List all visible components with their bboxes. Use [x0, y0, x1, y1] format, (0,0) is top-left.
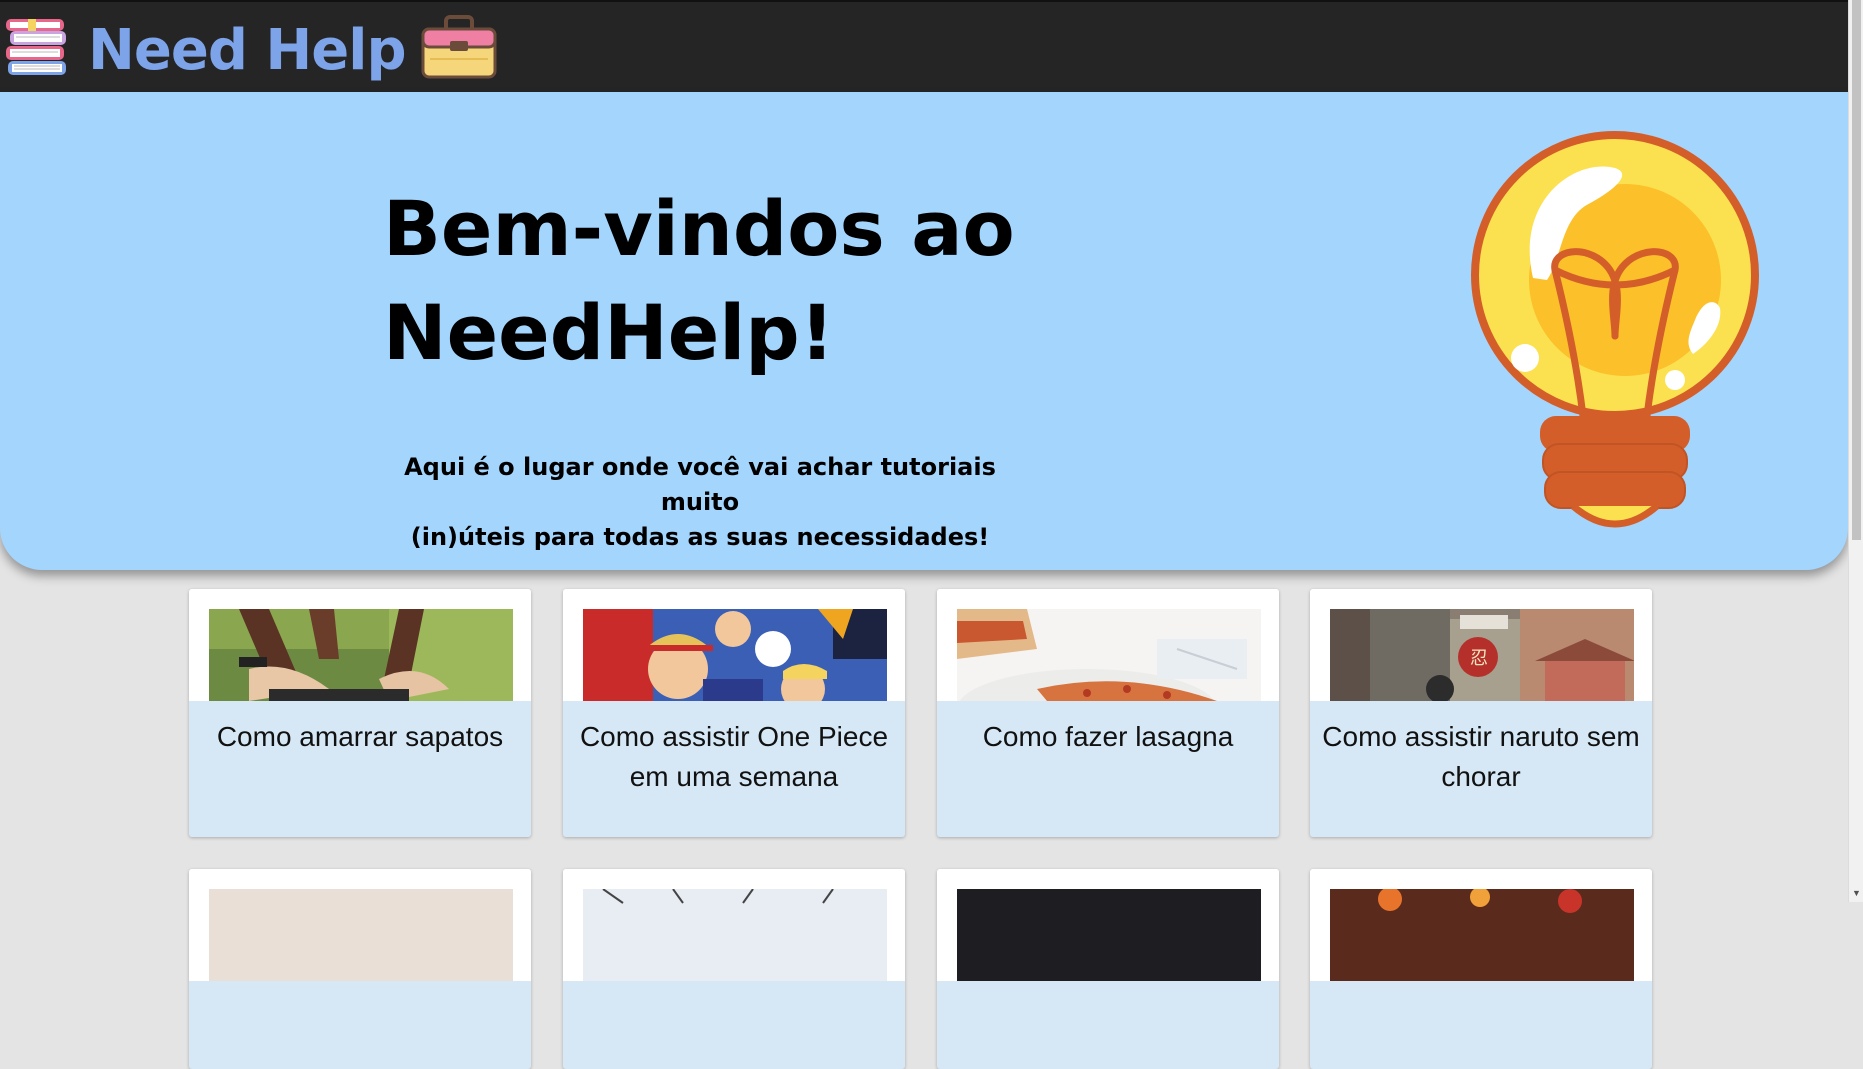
card-thumbnail: [957, 889, 1261, 981]
tutorial-card[interactable]: Como fazer lasagna: [937, 589, 1279, 837]
books-stack-icon: [4, 17, 70, 84]
hero-title-line2: NeedHelp!: [383, 288, 835, 377]
tutorial-card[interactable]: [189, 869, 531, 1069]
tutorial-card[interactable]: [937, 869, 1279, 1069]
hero-banner: Bem-vindos ao NeedHelp! Aqui é o lugar o…: [0, 92, 1848, 570]
tutorial-card[interactable]: 忍 Como assistir naruto sem chorar: [1310, 589, 1652, 837]
tutorial-card[interactable]: Como assistir One Piece em uma semana: [563, 589, 905, 837]
hero-subtitle: Aqui é o lugar onde você vai achar tutor…: [380, 450, 1020, 555]
scrollbar-thumb[interactable]: [1852, 0, 1861, 540]
hero-subtitle-line2: (in)úteis para todas as suas necessidade…: [410, 523, 990, 551]
tutorial-card[interactable]: Como amarrar sapatos: [189, 589, 531, 837]
card-thumbnail: [583, 889, 887, 981]
lightbulb-icon: [1465, 130, 1765, 545]
shoelace-photo: [209, 609, 513, 701]
card-title[interactable]: Como assistir naruto sem chorar: [1310, 717, 1652, 797]
hero-title-line1: Bem-vindos ao: [383, 184, 1015, 273]
brand-title[interactable]: Need Help: [88, 18, 407, 83]
hero-title: Bem-vindos ao NeedHelp!: [383, 177, 1083, 385]
card-thumbnail: [1330, 889, 1634, 981]
top-navbar: Need Help: [0, 0, 1848, 92]
tutorial-card[interactable]: [1310, 869, 1652, 1069]
card-title[interactable]: Como fazer lasagna: [937, 717, 1279, 757]
naruto-scene: 忍: [1330, 609, 1634, 701]
card-thumbnail: [209, 889, 513, 981]
toolbox-icon: [420, 14, 498, 86]
svg-text:忍: 忍: [1470, 648, 1488, 669]
tutorial-card[interactable]: [563, 869, 905, 1069]
page-scrollbar[interactable]: ▼: [1848, 0, 1863, 902]
hero-subtitle-line1: Aqui é o lugar onde você vai achar tutor…: [404, 453, 996, 516]
brand[interactable]: Need Help: [0, 12, 498, 88]
card-title[interactable]: Como amarrar sapatos: [189, 717, 531, 757]
card-title[interactable]: Como assistir One Piece em uma semana: [563, 717, 905, 797]
scroll-down-arrow-icon[interactable]: ▼: [1849, 885, 1863, 902]
one-piece-art: [583, 609, 887, 701]
lasagna-photo: [957, 609, 1261, 701]
